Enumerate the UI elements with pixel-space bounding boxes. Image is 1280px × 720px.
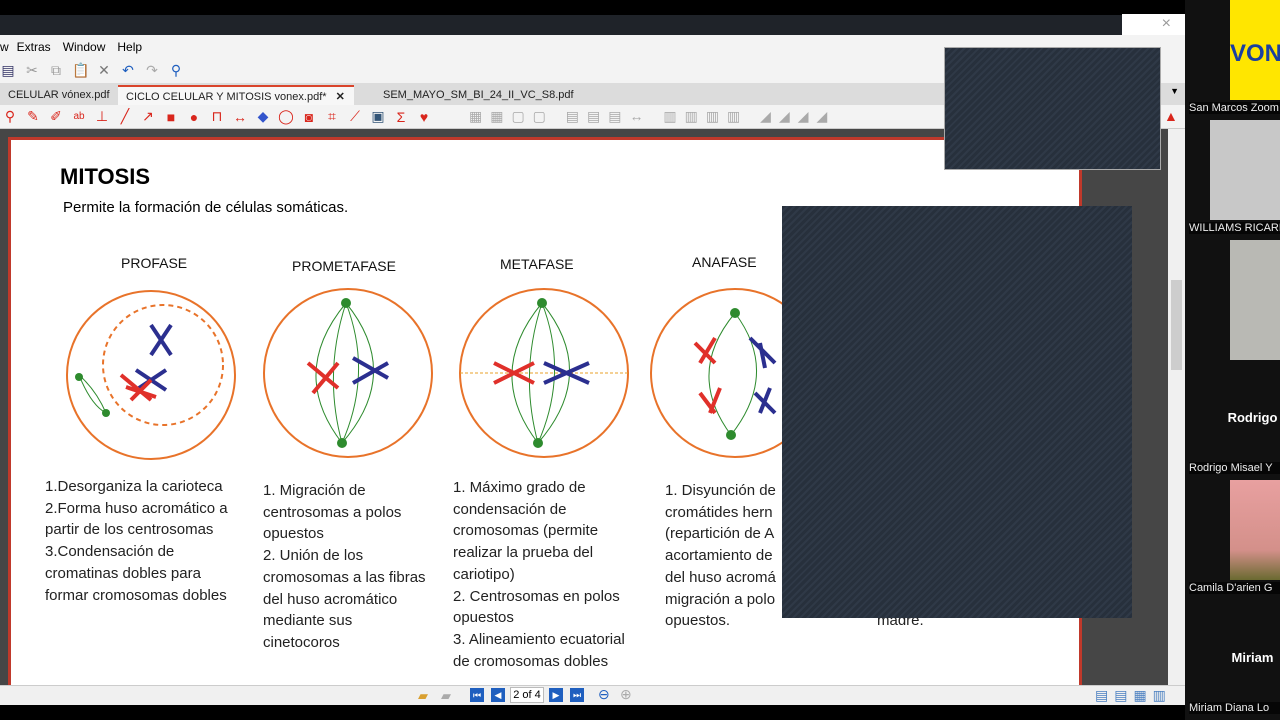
lasso-icon[interactable]: ◯ [278, 108, 294, 125]
highlight-icon[interactable]: ✐ [48, 108, 64, 125]
eraser-icon[interactable]: ◆ [255, 108, 271, 125]
delete-icon[interactable]: ✕ [96, 62, 112, 79]
next-page-button[interactable]: ▶ [549, 688, 563, 702]
print-icon[interactable]: ▤ [0, 62, 16, 79]
tab-celular[interactable]: CELULAR vónex.pdf [0, 85, 118, 105]
line-icon[interactable]: ╱ [117, 108, 133, 125]
menu-window[interactable]: Window [63, 40, 106, 54]
arrow-icon[interactable]: ↗ [140, 108, 156, 125]
textfield-icon[interactable]: ab [71, 111, 87, 122]
tab-sem-mayo[interactable]: SEM_MAYO_SM_BI_24_II_VC_S8.pdf [375, 85, 582, 105]
page-subtitle: Permite la formación de células somática… [63, 199, 349, 216]
participant-initial-name: Miriam [1231, 650, 1274, 665]
rectangle-icon[interactable]: ■ [163, 109, 179, 125]
polygon-icon[interactable]: ⊓ [209, 108, 225, 125]
open-file-icon[interactable]: ▰ [418, 688, 428, 704]
mitosis-diagrams [66, 288, 801, 460]
heart-icon[interactable]: ♥ [416, 109, 432, 125]
ellipse-icon[interactable]: ● [186, 109, 202, 125]
last-page-button[interactable]: ⏭ [570, 688, 584, 702]
image-icon[interactable]: ▣ [370, 108, 386, 125]
participant-video [1230, 480, 1280, 580]
participant-video [1210, 120, 1280, 220]
status-bar: ▰ ▰ ⏮ ◀ 2 of 4 ▶ ⏭ ⊖ ⊕ ▤▤▦▥ [0, 685, 1185, 705]
menu-extras[interactable]: Extras [17, 40, 51, 54]
select-pointer-icon[interactable]: ▲ [1164, 108, 1178, 124]
anafase-cell [650, 288, 801, 458]
snapshot-icon[interactable]: ◙ [301, 109, 317, 125]
phase-title-metafase: METAFASE [500, 256, 574, 272]
anafase-description: 1. Disyunción de cromátides hern (repart… [665, 482, 776, 630]
menu-view[interactable]: w [0, 40, 9, 54]
cut-icon[interactable]: ✂ [24, 62, 40, 79]
sum-icon[interactable]: Σ [393, 109, 409, 125]
metafase-cell [459, 288, 629, 458]
tab-label: SEM_MAYO_SM_BI_24_II_VC_S8.pdf [383, 89, 574, 101]
prometafase-description: 1. Migración de centrosomas a polos opue… [263, 482, 426, 651]
phase-title-anafase: ANAFASE [692, 254, 757, 270]
first-page-button[interactable]: ⏮ [470, 688, 484, 702]
tab-list-chevron-icon[interactable]: ▼ [1170, 86, 1179, 96]
profase-cell [66, 290, 236, 460]
ruler-icon[interactable]: ⟋ [347, 108, 363, 125]
page-number-input[interactable]: 2 of 4 [510, 687, 544, 703]
close-tab-icon[interactable]: ✕ [336, 91, 345, 103]
crop-icon[interactable]: ⌗ [324, 108, 340, 125]
back-icon[interactable]: ⊖ [598, 686, 610, 703]
metafase-description: 1. Máximo grado de condensación de cromo… [453, 479, 625, 670]
title-bar [0, 15, 1122, 35]
prometafase-cell [263, 288, 433, 458]
copy-icon[interactable]: ⧉ [48, 62, 64, 79]
participant-logo: VON [1230, 0, 1280, 100]
stamp-icon[interactable]: ⊥ [94, 108, 110, 125]
participant-video [1230, 240, 1280, 360]
participant-name: Camila D'arien G [1189, 582, 1280, 594]
participant-name: WILLIAMS RICARDO [1189, 222, 1280, 234]
close-icon: × [1161, 15, 1171, 32]
tab-label: CELULAR vónex.pdf [8, 89, 110, 101]
participant-initial-name: Rodrigo [1227, 410, 1278, 425]
tab-ciclo-celular-mitosis[interactable]: CICLO CELULAR Y MITOSIS vonex.pdf* ✕ [118, 85, 354, 105]
vertical-scrollbar[interactable] [1168, 129, 1185, 685]
video-overlay-large [782, 206, 1132, 618]
prev-page-button[interactable]: ◀ [491, 688, 505, 702]
phase-title-prometafase: PROMETAFASE [292, 258, 396, 274]
scrollbar-thumb[interactable] [1171, 280, 1182, 370]
participant-name: Miriam Diana Lo [1189, 702, 1280, 714]
video-overlay-small [944, 47, 1161, 170]
disabled-tools-icon: ▦▦▢▢ ▤▤▤↔ ▥▥▥▥ ◢◢◢◢ [469, 108, 836, 124]
page-layout-icons[interactable]: ▤▤▦▥ [1095, 687, 1172, 704]
phase-title-profase: PROFASE [121, 255, 188, 271]
zoom-icon[interactable]: ⚲ [2, 108, 18, 125]
participant-name: Rodrigo Misael Y [1189, 462, 1280, 474]
menu-help[interactable]: Help [117, 40, 142, 54]
undo-icon[interactable]: ↶ [120, 62, 136, 79]
participant-name: San Marcos Zoom [1189, 102, 1280, 114]
find-icon[interactable]: ⚲ [168, 62, 184, 79]
paste-icon[interactable]: 📋 [72, 62, 89, 79]
forward-icon[interactable]: ⊕ [620, 686, 632, 703]
participants-panel: VON San Marcos Zoom WILLIAMS RICARDO Rod… [1185, 0, 1280, 720]
redo-icon[interactable]: ↷ [144, 62, 160, 79]
page-title: MITOSIS [60, 164, 151, 189]
tab-label: CICLO CELULAR Y MITOSIS vonex.pdf* [126, 91, 327, 103]
close-button[interactable]: × [1122, 14, 1185, 35]
profase-description: 1.Desorganiza la carioteca 2.Forma huso … [45, 478, 228, 604]
measure-icon[interactable]: ↔ [232, 109, 248, 125]
save-file-icon[interactable]: ▰ [441, 688, 451, 704]
pencil-icon[interactable]: ✎ [25, 108, 41, 125]
